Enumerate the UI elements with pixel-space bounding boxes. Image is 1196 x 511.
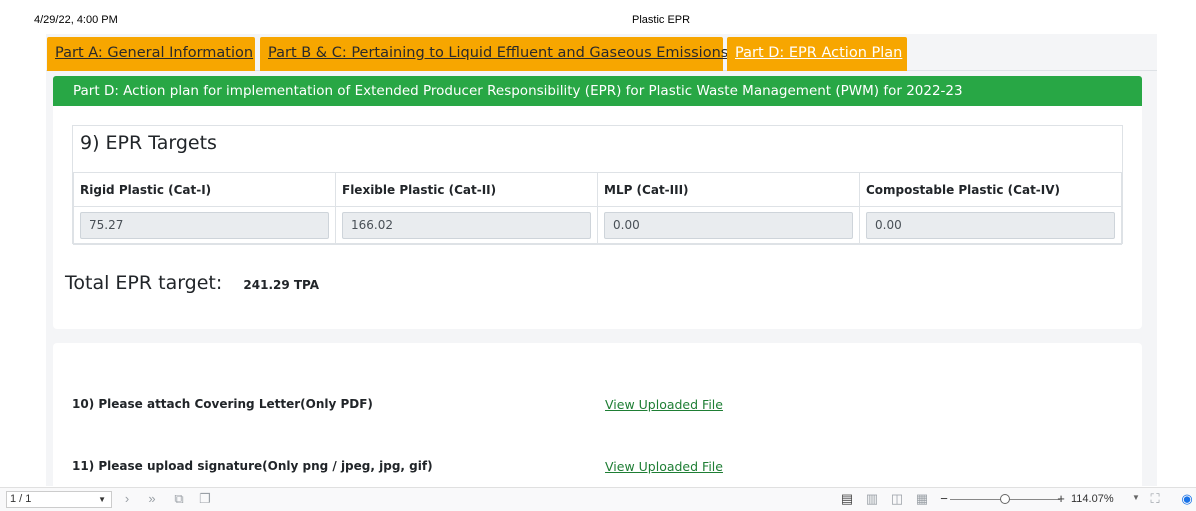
fullscreen-icon[interactable]: ⛶ <box>1146 490 1164 508</box>
total-value: 241.29 TPA <box>243 278 320 292</box>
compostable-plastic-field[interactable]: 0.00 <box>866 212 1115 239</box>
covering-letter-question: 10) Please attach Covering Letter(Only P… <box>72 397 373 411</box>
total-label: Total EPR target: <box>65 272 223 294</box>
print-date: 4/29/22, 4:00 PM <box>34 14 118 26</box>
duplicate-icon[interactable]: ❐ <box>196 490 214 508</box>
last-page-icon[interactable]: » <box>143 490 161 508</box>
pdf-viewer-toolbar: 1 / 1 ▼ › » ⧉ ❐ ▤ ▥ ◫ ▦ − + 114.07% ▼ ⛶ … <box>0 487 1196 511</box>
comment-icon[interactable]: ◉ <box>1178 490 1196 508</box>
tab-part-bc[interactable]: Part B & C: Pertaining to Liquid Effluen… <box>260 37 728 71</box>
view-signature-link[interactable]: View Uploaded File <box>605 459 723 474</box>
table-row: 75.27 166.02 0.00 0.00 <box>73 206 1122 245</box>
table-header-row: Rigid Plastic (Cat-I) Flexible Plastic (… <box>73 172 1122 207</box>
tab-bar: Part A: General Information Part B & C: … <box>46 37 1157 71</box>
flexible-plastic-field[interactable]: 166.02 <box>342 212 591 239</box>
grid-view-icon[interactable]: ▦ <box>913 490 931 508</box>
signature-question: 11) Please upload signature(Only png / j… <box>72 459 433 473</box>
uploads-panel: 10) Please attach Covering Letter(Only P… <box>53 343 1142 486</box>
print-page-title: Plastic EPR <box>632 14 691 26</box>
column-header-flexible: Flexible Plastic (Cat-II) <box>335 172 598 207</box>
continuous-view-icon[interactable]: ▥ <box>863 490 881 508</box>
next-page-icon[interactable]: › <box>118 490 136 508</box>
zoom-in-icon[interactable]: + <box>1052 490 1070 508</box>
mlp-field[interactable]: 0.00 <box>604 212 853 239</box>
epr-form: Part A: General Information Part B & C: … <box>46 34 1157 486</box>
print-header: 4/29/22, 4:00 PM Plastic EPR <box>0 14 1196 30</box>
column-header-rigid: Rigid Plastic (Cat-I) <box>73 172 336 207</box>
epr-action-plan-panel: Part D: Action plan for implementation o… <box>53 76 1142 329</box>
column-header-mlp: MLP (Cat-III) <box>597 172 860 207</box>
two-page-view-icon[interactable]: ◫ <box>888 490 906 508</box>
page-dropdown-caret-icon: ▼ <box>98 495 106 504</box>
page-number: 1 / 1 <box>10 493 32 505</box>
rotate-icon[interactable]: ⧉ <box>170 490 188 508</box>
epr-targets-title: 9) EPR Targets <box>80 132 217 154</box>
zoom-dropdown-caret-icon[interactable]: ▼ <box>1132 493 1140 502</box>
view-covering-letter-link[interactable]: View Uploaded File <box>605 397 723 412</box>
page-selector[interactable]: 1 / 1 ▼ <box>6 491 112 508</box>
tab-part-d[interactable]: Part D: EPR Action Plan <box>727 37 907 71</box>
zoom-slider-handle[interactable] <box>1000 494 1010 504</box>
single-page-view-icon[interactable]: ▤ <box>838 490 856 508</box>
tab-part-a[interactable]: Part A: General Information <box>47 37 255 71</box>
zoom-level[interactable]: 114.07% <box>1071 493 1114 505</box>
epr-targets-table: Rigid Plastic (Cat-I) Flexible Plastic (… <box>73 172 1122 245</box>
epr-targets-card: 9) EPR Targets Rigid Plastic (Cat-I) Fle… <box>72 125 1123 245</box>
rigid-plastic-field[interactable]: 75.27 <box>80 212 329 239</box>
section-banner: Part D: Action plan for implementation o… <box>53 76 1142 106</box>
column-header-compostable: Compostable Plastic (Cat-IV) <box>859 172 1122 207</box>
total-epr-target: Total EPR target: 241.29 TPA <box>65 272 319 294</box>
